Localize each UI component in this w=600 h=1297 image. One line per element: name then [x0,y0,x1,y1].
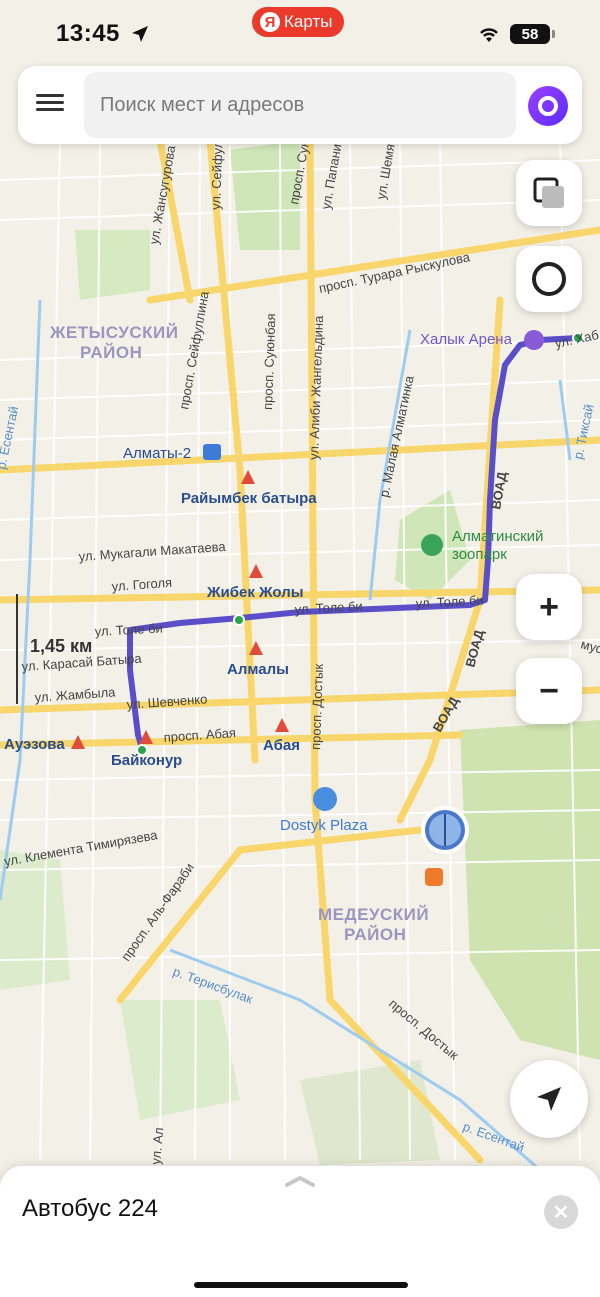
battery-indicator: 58 [510,24,550,44]
search-input[interactable]: Поиск мест и адресов [84,72,516,138]
station-label[interactable]: Алмалы [227,661,289,678]
zoom-in-button[interactable]: + [516,574,582,640]
district-label: РАЙОН [344,925,406,944]
menu-icon[interactable] [36,90,64,118]
status-bar: 13:45 Я Карты 58 [0,0,600,64]
place-label: Dostyk Plaza [280,817,368,834]
close-icon[interactable]: ✕ [544,1195,578,1229]
tower-icon[interactable] [425,868,443,886]
alice-assistant-button[interactable] [528,86,568,126]
district-label: ЖЕТЫСУСКИЙ [49,323,178,342]
home-indicator[interactable] [194,1282,408,1288]
station-label[interactable]: Жибек Жолы [206,584,304,601]
station-label[interactable]: Райымбек батыра [181,490,317,507]
station-label[interactable]: Байконур [111,752,182,769]
app-name: Карты [284,12,333,31]
street-label: просп. Достык [308,663,326,750]
route-stop[interactable] [233,614,245,626]
shopping-icon[interactable] [313,787,337,811]
place-label: Алматинский [452,528,543,545]
train-station-icon[interactable] [203,444,221,460]
place-label: Халык Арена [420,331,513,348]
alice-icon [538,96,558,116]
status-time: 13:45 [56,20,120,47]
arena-icon[interactable] [524,330,544,350]
navigation-arrow-icon [537,1087,561,1111]
route-title: Автобус 224 [22,1195,158,1222]
place-label: Алматы-2 [123,445,191,462]
ring-icon [532,262,566,296]
search-bar: Поиск мест и адресов [18,66,582,144]
map-scale-label: 1,45 км [30,636,93,656]
place-label: зоопарк [452,546,507,563]
yandex-logo-icon: Я [260,12,280,32]
alice-shortcut-button[interactable] [516,246,582,312]
district-label: РАЙОН [80,343,142,362]
location-arrow-icon [132,26,148,42]
map-scale-bar [16,594,18,704]
zoom-out-button[interactable]: − [516,658,582,724]
sheet-handle-icon[interactable] [284,1174,316,1188]
bottom-sheet[interactable]: Автобус 224 ✕ [0,1166,600,1297]
wifi-icon [480,28,498,42]
my-location-button[interactable] [510,1060,588,1138]
layers-button[interactable] [516,160,582,226]
zoo-icon[interactable] [421,534,443,556]
battery-tip [552,30,555,38]
app-pill[interactable]: Я Карты [252,7,345,37]
station-label[interactable]: Ауэзова [4,736,65,753]
layers-icon [533,177,564,208]
station-label[interactable]: Абая [263,737,300,754]
district-label: МЕДЕУСКИЙ [318,905,429,924]
